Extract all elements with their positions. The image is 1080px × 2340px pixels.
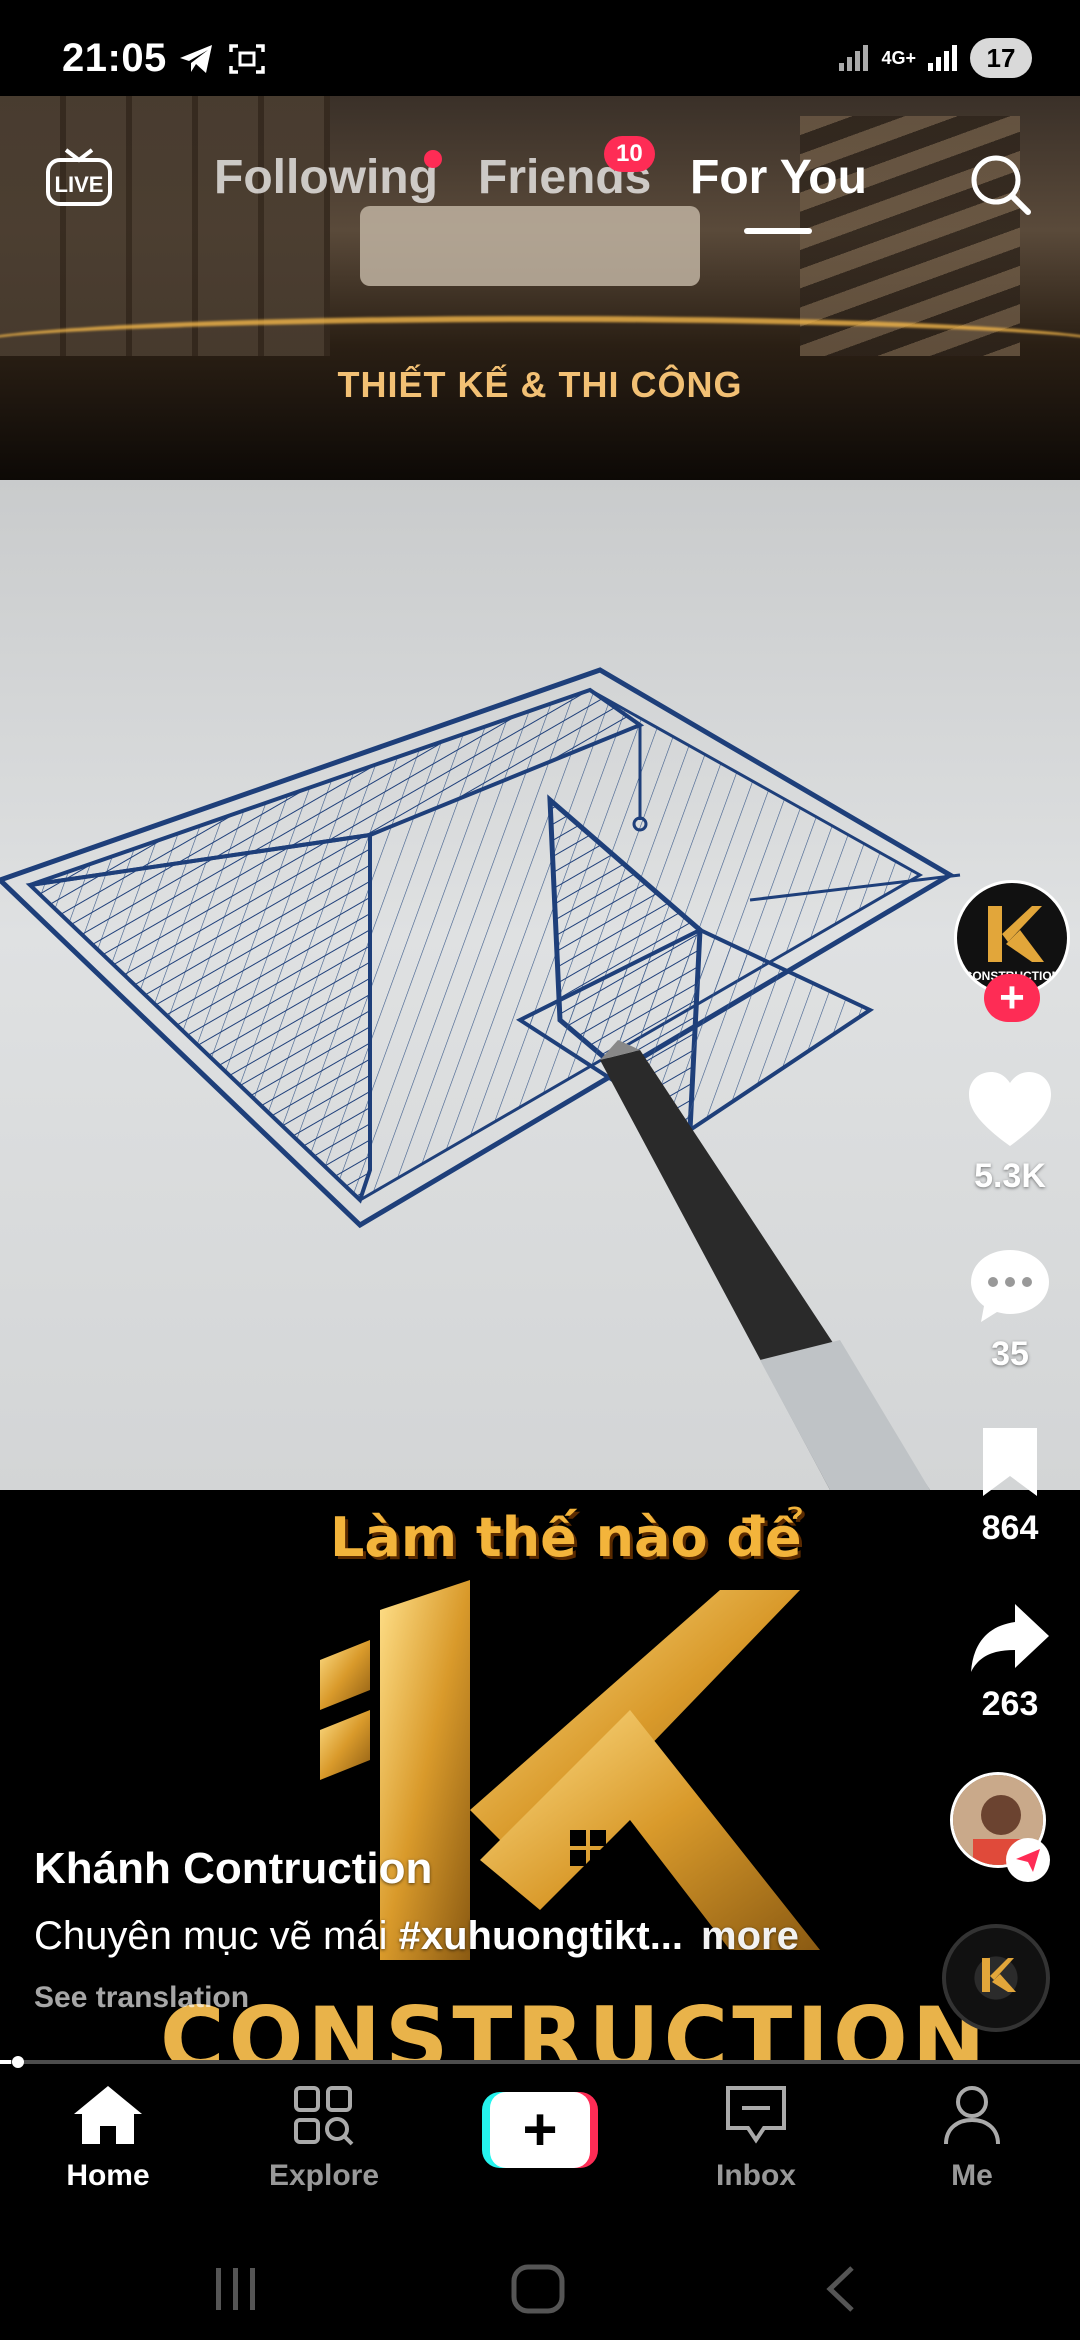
banner-title: THIẾT KẾ & THI CÔNG (337, 364, 743, 405)
comment-count: 35 (991, 1335, 1029, 1373)
description-text: Chuyên mục vẽ mái (34, 1914, 399, 1958)
progress-fill (0, 2060, 11, 2064)
live-button[interactable]: LIVE (44, 146, 114, 208)
inbox-icon (726, 2086, 786, 2144)
nav-home[interactable]: Home (18, 2084, 198, 2193)
music-disc-logo-icon (982, 1958, 1016, 1992)
share-arrow-icon (971, 1604, 1049, 1672)
top-feed-nav: LIVE Following Friends 10 For You (0, 136, 1080, 240)
home-icon (74, 2086, 142, 2144)
active-tab-indicator (744, 228, 812, 234)
nav-explore[interactable]: Explore (234, 2084, 414, 2193)
music-disc[interactable] (942, 1924, 1050, 2032)
create-button[interactable]: + (482, 2092, 598, 2168)
see-translation-button[interactable]: See translation (34, 1981, 914, 2015)
screenshot-icon (229, 44, 265, 74)
explore-icon (294, 2086, 354, 2146)
video-description[interactable]: Chuyên mục vẽ mái #xuhuongtikt... more (34, 1914, 914, 1959)
home-system-icon[interactable] (510, 2264, 566, 2314)
nav-explore-label: Explore (268, 2159, 380, 2192)
more-button[interactable]: more (701, 1914, 799, 1958)
video-caption: Khánh Contruction Chuyên mục vẽ mái #xuh… (34, 1844, 914, 2015)
video-overlay-text: Làm thế nào để (330, 1506, 802, 1569)
like-button[interactable]: 5.3K (940, 1070, 1080, 1196)
signal-icon-2 (928, 45, 957, 71)
network-type: 4G+ (881, 48, 916, 68)
bookmark-icon (983, 1428, 1037, 1496)
signal-icon (839, 45, 869, 71)
nav-me[interactable]: Me (882, 2084, 1062, 2193)
status-bar: 21:05 4G+ 17 (0, 0, 1080, 96)
recent-apps-icon[interactable] (210, 2264, 262, 2314)
nav-inbox[interactable]: Inbox (666, 2084, 846, 2193)
nav-inbox-label: Inbox (716, 2159, 796, 2192)
save-button[interactable]: 864 (940, 1424, 1080, 1548)
follow-button[interactable]: + (984, 974, 1040, 1022)
like-count: 5.3K (974, 1157, 1046, 1195)
heart-icon (969, 1072, 1051, 1146)
video-player[interactable] (0, 480, 1080, 1490)
progress-knob[interactable] (12, 2056, 24, 2068)
following-new-dot (424, 150, 442, 168)
system-nav-bar (0, 2216, 1080, 2340)
description-hashtag[interactable]: #xuhuongtikt... (399, 1914, 683, 1958)
comment-button[interactable]: 35 (940, 1246, 1080, 1374)
bottom-nav: Home Explore + Inbox Me (0, 2064, 1080, 2216)
status-notification-icons (178, 42, 266, 76)
live-label: LIVE (55, 172, 104, 197)
create-plus-icon: + (490, 2092, 590, 2168)
nav-me-label: Me (951, 2159, 993, 2192)
friends-badge: 10 (604, 136, 655, 172)
profile-icon (944, 2086, 1000, 2145)
share-count: 263 (981, 1685, 1039, 1723)
search-icon (971, 155, 1031, 215)
tab-following[interactable]: Following (214, 150, 438, 205)
tab-for-you[interactable]: For You (690, 150, 867, 205)
battery-indicator: 17 (970, 38, 1032, 78)
search-button[interactable] (966, 150, 1036, 220)
back-icon[interactable] (820, 2264, 860, 2314)
author-name[interactable]: Khánh Contruction (34, 1844, 914, 1894)
comment-icon (971, 1250, 1049, 1322)
status-time: 21:05 (62, 36, 167, 80)
send-badge (1006, 1838, 1050, 1882)
nav-home-label: Home (66, 2159, 150, 2192)
save-count: 864 (981, 1509, 1039, 1547)
live-tv-icon: LIVE (46, 148, 112, 206)
telegram-icon (180, 45, 212, 73)
send-icon (1016, 1849, 1040, 1872)
video-progress-bar[interactable] (0, 2056, 1080, 2068)
status-right-icons: 4G+ 17 (837, 38, 1032, 78)
roof-sketch-image (0, 667, 961, 1490)
share-button[interactable]: 263 (940, 1600, 1080, 1724)
